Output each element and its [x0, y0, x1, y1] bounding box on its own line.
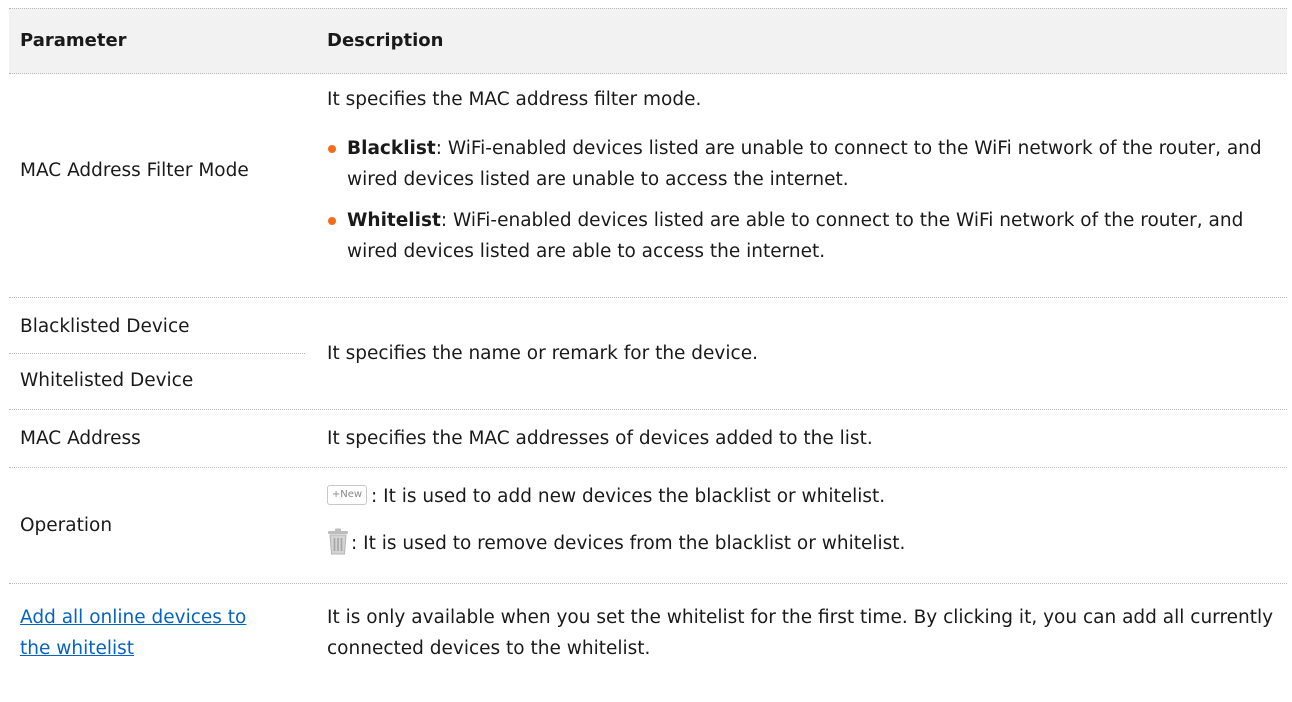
delete-desc: : It is used to remove devices from the … [351, 533, 906, 554]
desc-device: It specifies the name or remark for the … [327, 343, 758, 364]
sub-row-divider [9, 353, 305, 354]
blacklist-term: Blacklist [347, 138, 436, 159]
desc-mac-address: It specifies the MAC addresses of device… [327, 428, 873, 449]
desc-mac-filter-intro: It specifies the MAC address filter mode… [327, 89, 702, 110]
param-whitelisted-device: Whitelisted Device [20, 370, 194, 391]
trash-icon[interactable] [327, 528, 349, 555]
table-row-mac-address: MAC Address It specifies the MAC address… [9, 410, 1287, 468]
table-row-add-all: Add all online devices to the whitelist … [9, 584, 1287, 685]
header-description: Description [327, 30, 444, 51]
desc-operation: +New: It is used to add new devices the … [327, 468, 1279, 559]
list-item-blacklist: Blacklist: WiFi-enabled devices listed a… [327, 133, 1279, 195]
table-row-mac-filter-mode: MAC Address Filter Mode It specifies the… [9, 74, 1287, 298]
table-header-row: Parameter Description [9, 8, 1287, 74]
new-desc: : It is used to add new devices the blac… [371, 486, 886, 507]
table-row-device: Blacklisted Device Whitelisted Device It… [9, 298, 1287, 410]
blacklist-text: : WiFi-enabled devices listed are unable… [347, 138, 1262, 190]
header-parameter: Parameter [20, 30, 127, 51]
add-all-online-devices-link[interactable]: Add all online devices to the whitelist [20, 602, 280, 664]
table-row-operation: Operation +New: It is used to add new de… [9, 468, 1287, 584]
bullet-icon [328, 217, 336, 225]
new-button[interactable]: +New [327, 485, 367, 505]
param-mac-address: MAC Address [20, 428, 141, 449]
operation-new-line: +New: It is used to add new devices the … [327, 481, 1279, 512]
parameter-table: Parameter Description MAC Address Filter… [9, 8, 1287, 685]
whitelist-term: Whitelist [347, 210, 441, 231]
whitelist-text: : WiFi-enabled devices listed are able t… [347, 210, 1244, 262]
operation-delete-line: : It is used to remove devices from the … [327, 528, 1279, 559]
param-blacklisted-device: Blacklisted Device [20, 316, 190, 337]
param-mac-filter-mode: MAC Address Filter Mode [20, 160, 249, 181]
list-item-whitelist: Whitelist: WiFi-enabled devices listed a… [327, 205, 1279, 267]
bullet-icon [328, 145, 336, 153]
param-operation: Operation [20, 515, 113, 536]
desc-add-all: It is only available when you set the wh… [327, 607, 1274, 659]
desc-mac-filter-mode: It specifies the MAC address filter mode… [327, 74, 1279, 267]
